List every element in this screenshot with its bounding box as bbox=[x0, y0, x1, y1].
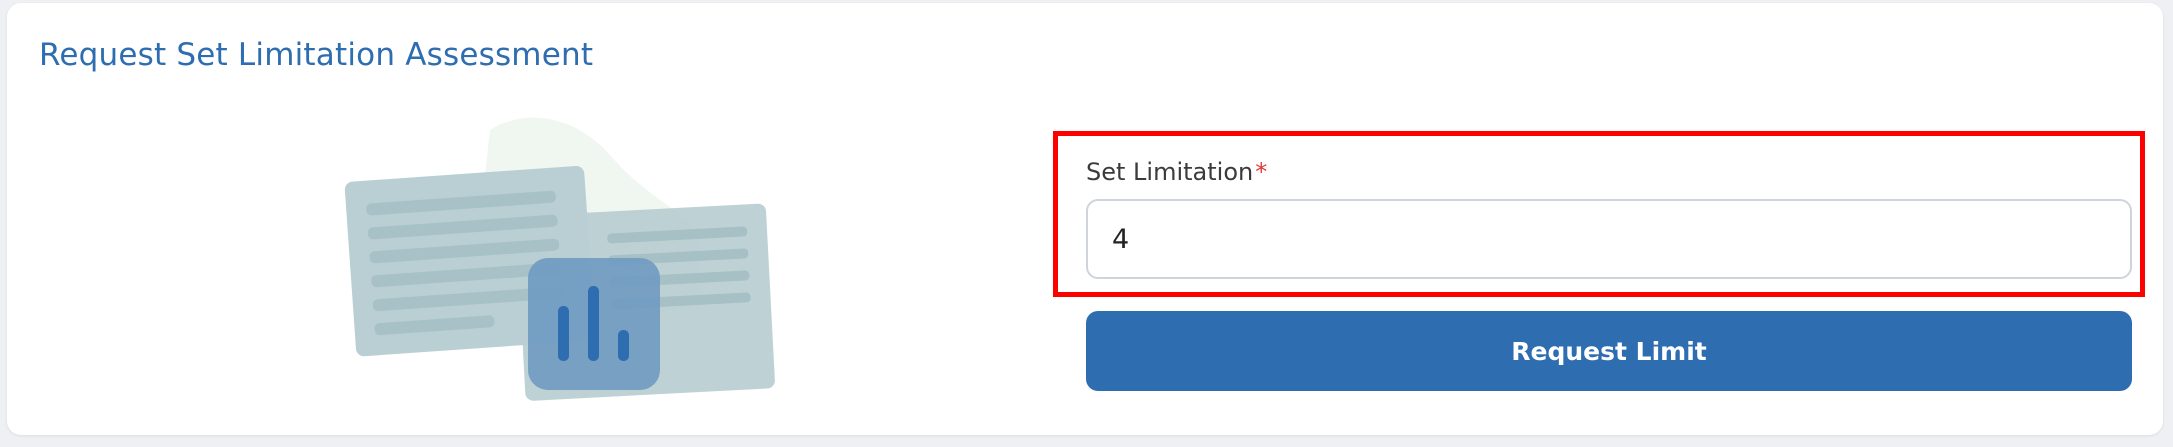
request-limit-button[interactable]: Request Limit bbox=[1086, 311, 2132, 391]
document-chart-illustration bbox=[344, 117, 775, 401]
set-limitation-label: Set Limitation* bbox=[1086, 158, 1267, 186]
card-title: Request Set Limitation Assessment bbox=[39, 37, 594, 73]
set-limitation-label-text: Set Limitation bbox=[1086, 158, 1254, 186]
required-asterisk: * bbox=[1255, 158, 1268, 186]
set-limitation-input[interactable] bbox=[1086, 199, 2132, 279]
bar-chart-icon bbox=[528, 258, 660, 390]
